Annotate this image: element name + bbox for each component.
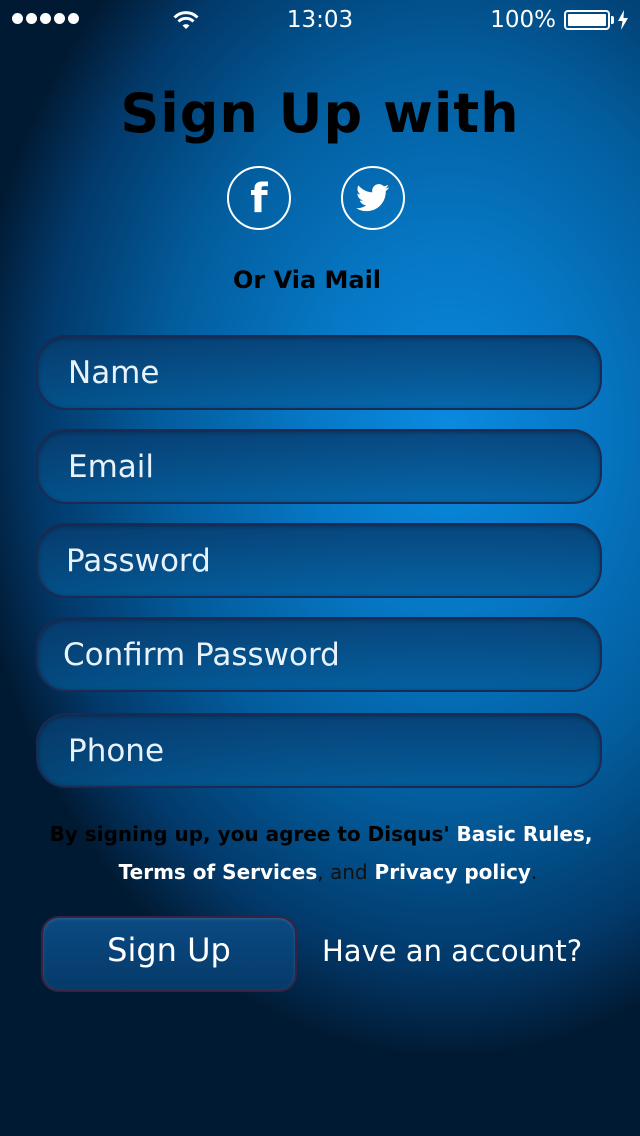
privacy-policy-link[interactable]: Privacy policy	[375, 860, 531, 884]
terms-of-services-link[interactable]: Terms of Services	[119, 860, 318, 884]
battery-tip	[611, 16, 614, 24]
facebook-icon: f	[250, 176, 268, 222]
terms-period: .	[530, 860, 538, 884]
phone-input[interactable]	[38, 715, 600, 786]
page-title: Sign Up with	[120, 82, 520, 145]
password-input[interactable]	[38, 525, 600, 596]
email-input[interactable]	[38, 431, 600, 502]
charging-bolt-icon	[618, 10, 628, 30]
sign-up-button[interactable]: Sign Up	[41, 916, 297, 992]
facebook-button[interactable]: f	[227, 166, 291, 230]
battery-percent: 100%	[490, 7, 556, 33]
email-field[interactable]	[36, 429, 602, 504]
phone-field[interactable]	[36, 713, 602, 788]
basic-rules-link[interactable]: Basic Rules,	[457, 822, 593, 846]
status-bar: 13:03 100%	[0, 0, 640, 40]
have-account-link[interactable]: Have an account?	[322, 934, 582, 968]
password-field[interactable]	[36, 523, 602, 598]
terms-line-1: By signing up, you agree to Disqus' Basi…	[1, 815, 640, 853]
terms-and-text: , and	[317, 860, 368, 884]
confirm-password-input[interactable]	[38, 619, 600, 690]
via-mail-heading: Or Via Mail	[232, 266, 382, 294]
terms-line-2: Terms of Services, and Privacy policy.	[8, 853, 640, 891]
terms-prefix: By signing up, you agree to Disqus'	[49, 822, 450, 846]
twitter-button[interactable]	[341, 166, 405, 230]
name-field[interactable]	[36, 335, 602, 410]
confirm-password-field[interactable]	[36, 617, 602, 692]
name-input[interactable]	[38, 337, 600, 408]
twitter-icon	[356, 184, 390, 212]
battery-icon	[564, 10, 610, 30]
